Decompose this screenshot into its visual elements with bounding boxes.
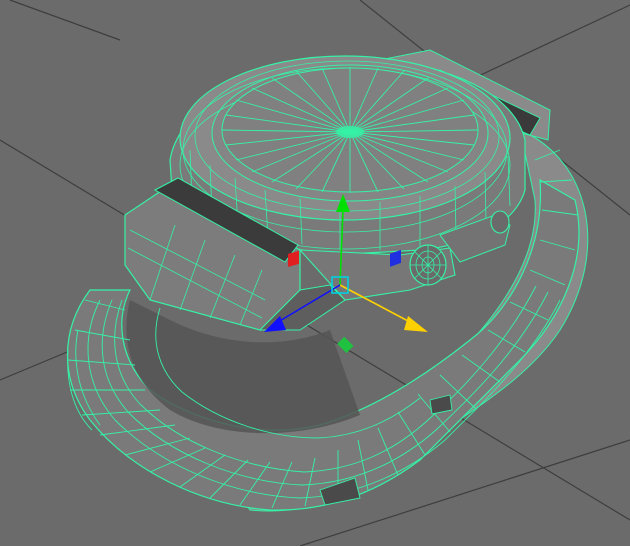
x-axis-handle[interactable] (404, 316, 428, 332)
pusher-button[interactable] (490, 210, 510, 234)
3d-viewport[interactable] (0, 0, 630, 546)
dial-center-pin (336, 126, 364, 138)
xz-plane-handle[interactable] (337, 336, 354, 354)
